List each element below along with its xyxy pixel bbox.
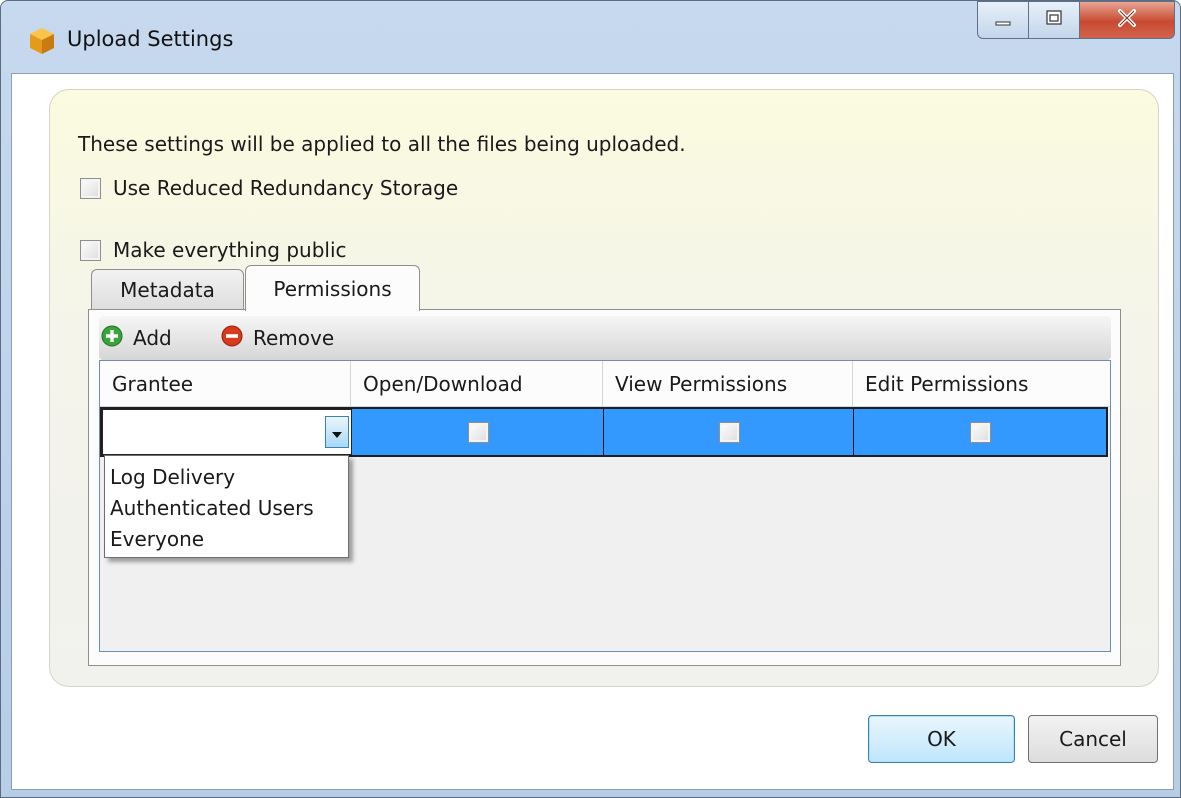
view-permissions-cell	[604, 409, 854, 455]
close-icon	[1116, 8, 1138, 33]
maximize-icon	[1044, 8, 1064, 32]
upload-settings-window: Upload Settings These settings will be a…	[0, 0, 1181, 798]
grantee-combobox[interactable]	[102, 409, 352, 455]
tab-metadata[interactable]: Metadata	[91, 269, 244, 309]
add-label: Add	[133, 326, 172, 350]
column-header-grantee-label: Grantee	[112, 371, 194, 396]
close-button[interactable]	[1079, 1, 1175, 39]
grid-header: Grantee Open/Download View Permissions E…	[100, 361, 1110, 407]
make-public-checkbox[interactable]	[80, 240, 101, 261]
tab-metadata-label: Metadata	[120, 277, 215, 302]
column-header-view-permissions-label: View Permissions	[615, 371, 788, 396]
combobox-dropdown-button[interactable]	[325, 416, 349, 448]
dialog-body: These settings will be applied to all th…	[11, 73, 1174, 790]
remove-label: Remove	[253, 326, 335, 350]
title-bar[interactable]: Upload Settings	[1, 1, 1180, 73]
chevron-down-icon	[331, 420, 343, 444]
dropdown-option-everyone[interactable]: Everyone	[110, 524, 348, 555]
column-header-grantee[interactable]: Grantee	[100, 361, 351, 407]
cancel-button-label: Cancel	[1059, 727, 1127, 751]
make-public-label[interactable]: Make everything public	[113, 238, 347, 262]
edit-permissions-cell	[854, 409, 1106, 455]
view-permissions-checkbox[interactable]	[718, 422, 740, 443]
maximize-button[interactable]	[1028, 1, 1080, 39]
tab-permissions[interactable]: Permissions	[245, 265, 420, 311]
column-header-open-download-label: Open/Download	[363, 371, 523, 396]
table-row[interactable]	[100, 407, 1108, 457]
settings-panel: These settings will be applied to all th…	[49, 89, 1159, 687]
open-download-cell	[352, 409, 604, 455]
cancel-button[interactable]: Cancel	[1028, 715, 1158, 763]
remove-icon	[221, 325, 243, 352]
aws-cube-icon	[29, 27, 55, 55]
window-title: Upload Settings	[67, 27, 234, 51]
add-icon	[101, 325, 123, 352]
column-header-edit-permissions[interactable]: Edit Permissions	[853, 361, 1110, 407]
grantee-dropdown-list: Log Delivery Authenticated Users Everyon…	[104, 455, 349, 558]
column-header-edit-permissions-label: Edit Permissions	[865, 371, 1029, 396]
permissions-grid: Grantee Open/Download View Permissions E…	[99, 360, 1111, 652]
permissions-tab-content: Add Remove Grantee Open/Download View Pe…	[88, 309, 1121, 666]
dropdown-option-authenticated-users[interactable]: Authenticated Users	[110, 493, 348, 524]
intro-text: These settings will be applied to all th…	[78, 132, 686, 156]
edit-permissions-checkbox[interactable]	[970, 422, 991, 443]
minimize-icon	[993, 8, 1013, 32]
minimize-button[interactable]	[977, 1, 1029, 39]
tab-permissions-label: Permissions	[273, 276, 392, 301]
column-header-view-permissions[interactable]: View Permissions	[603, 361, 853, 407]
open-download-checkbox[interactable]	[467, 422, 489, 443]
add-button[interactable]: Add	[101, 316, 172, 360]
reduced-redundancy-checkbox[interactable]	[80, 178, 101, 199]
permissions-toolbar: Add Remove	[99, 316, 1111, 360]
reduced-redundancy-label[interactable]: Use Reduced Redundancy Storage	[113, 176, 458, 200]
column-header-open-download[interactable]: Open/Download	[351, 361, 603, 407]
ok-button-label: OK	[927, 727, 956, 751]
ok-button[interactable]: OK	[868, 715, 1015, 763]
dropdown-option-log-delivery[interactable]: Log Delivery	[110, 462, 348, 493]
remove-button[interactable]: Remove	[221, 316, 334, 360]
